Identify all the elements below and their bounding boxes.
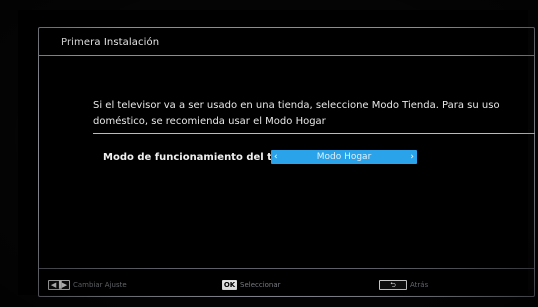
tv-mode-selector[interactable]: ‹ Modo Hogar › — [271, 150, 417, 164]
dialog-title-bar: Primera Instalación — [39, 28, 534, 56]
ok-key-icon: OK — [222, 280, 237, 290]
select-label: Seleccionar — [240, 281, 281, 289]
change-setting-hint: ◀▐▶ Cambiar Ajuste — [48, 279, 127, 291]
divider — [93, 133, 535, 134]
dialog-description: Si el televisor va a ser usado en una ti… — [93, 100, 500, 127]
footer-divider — [39, 268, 534, 269]
back-hint: ⮌ Atrás — [379, 279, 428, 291]
left-right-arrows-icon: ◀▐▶ — [48, 280, 70, 290]
return-arrow-icon: ⮌ — [379, 280, 407, 290]
first-installation-dialog: Primera Instalación Si el televisor va a… — [38, 27, 535, 297]
tv-mode-value: Modo Hogar — [316, 152, 372, 162]
tv-screen: Primera Instalación Si el televisor va a… — [18, 10, 535, 297]
chevron-right-icon[interactable]: › — [410, 150, 414, 164]
back-label: Atrás — [410, 281, 429, 289]
dialog-title: Primera Instalación — [61, 37, 160, 48]
change-setting-label: Cambiar Ajuste — [73, 281, 127, 289]
select-hint: OK Seleccionar — [222, 279, 281, 291]
